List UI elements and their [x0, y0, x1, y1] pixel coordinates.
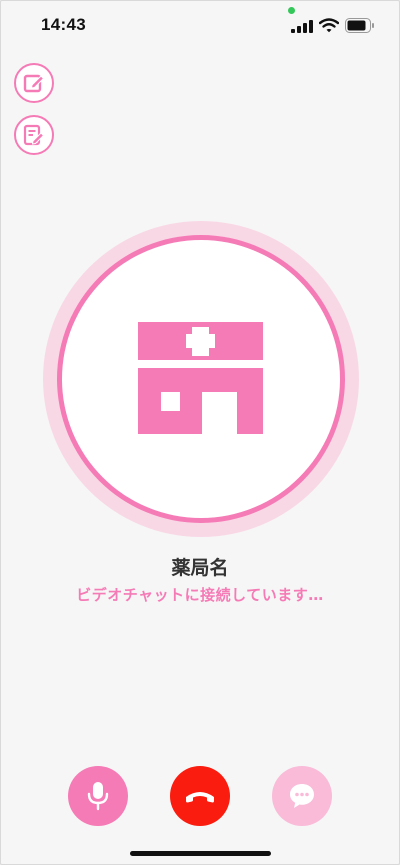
home-indicator[interactable] [130, 851, 271, 856]
video-call-screen: 14:43 薬局名 ビデオチャットに接続しています… [0, 0, 400, 865]
end-call-button[interactable] [170, 766, 230, 826]
wifi-icon [319, 18, 339, 33]
edit-note-icon [23, 74, 45, 93]
edit-record-icon [23, 124, 45, 146]
microphone-button[interactable] [68, 766, 128, 826]
mic-in-use-indicator [288, 7, 295, 14]
battery-icon [345, 18, 374, 33]
chat-button[interactable] [272, 766, 332, 826]
edit-note-button[interactable] [14, 63, 54, 103]
microphone-icon [87, 782, 109, 811]
pharmacy-icon [138, 322, 263, 434]
end-call-icon [186, 792, 214, 803]
edit-record-button[interactable] [14, 115, 54, 155]
status-bar: 14:43 [1, 1, 399, 49]
signal-icon [291, 20, 313, 33]
status-time: 14:43 [41, 15, 86, 34]
chat-icon [290, 784, 314, 808]
connection-status: ビデオチャットに接続しています… [76, 586, 324, 604]
pharmacy-name: 薬局名 [171, 557, 229, 579]
